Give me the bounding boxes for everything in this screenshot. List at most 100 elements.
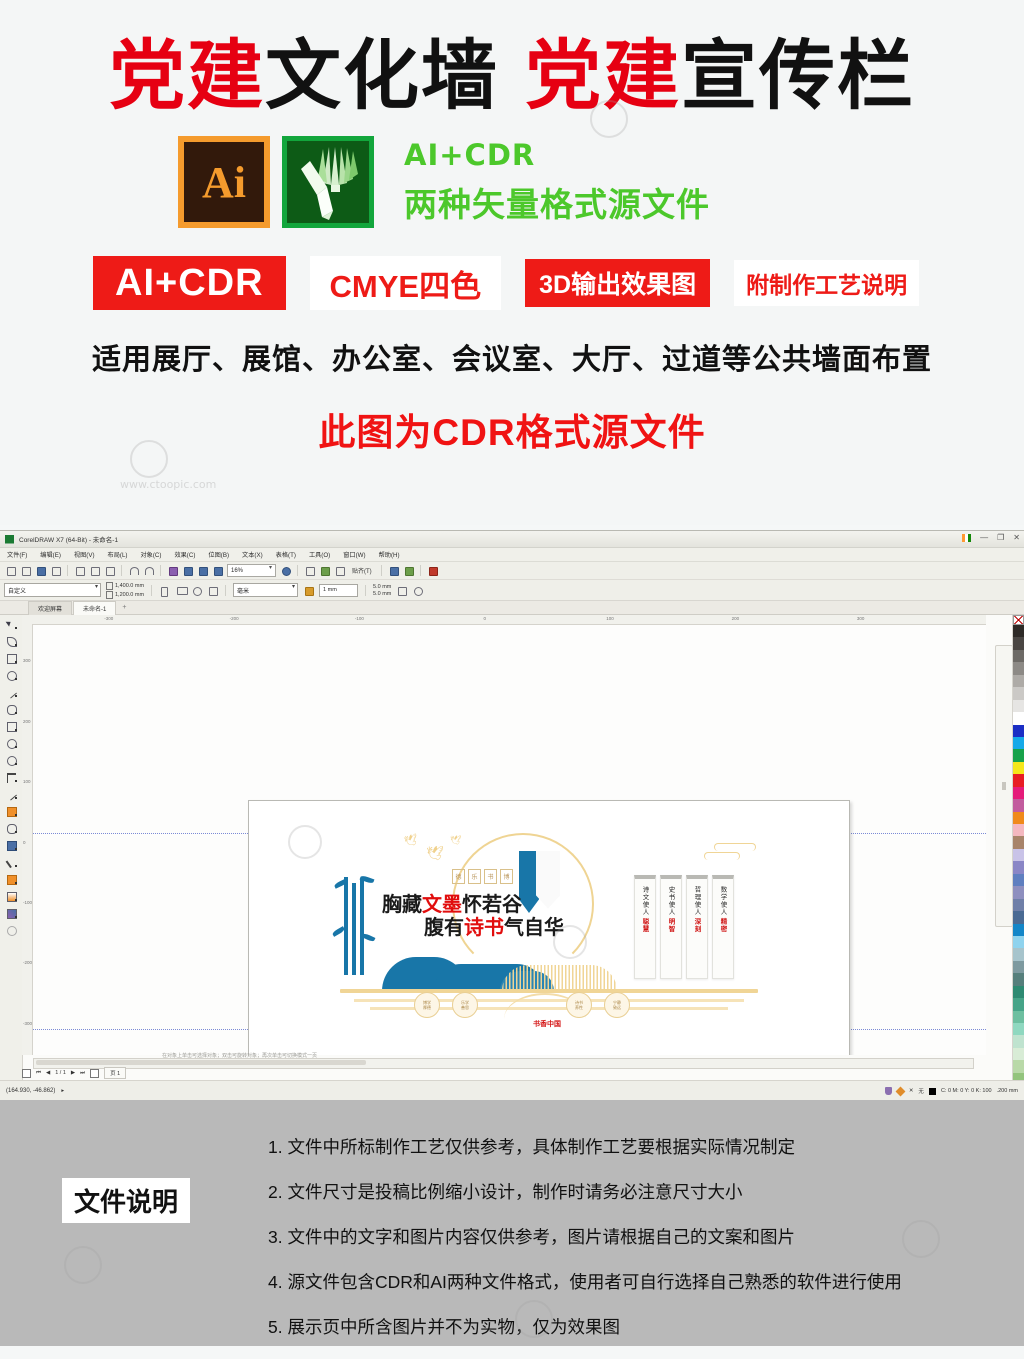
- landscape-orientation-icon[interactable]: [175, 585, 189, 596]
- first-page-icon[interactable]: ⏮: [36, 1070, 41, 1077]
- page-or-object-icon[interactable]: [191, 585, 203, 596]
- show-grid-icon[interactable]: [319, 565, 330, 576]
- palette-swatch[interactable]: [1013, 811, 1024, 824]
- next-page-icon[interactable]: ▶: [71, 1070, 75, 1076]
- palette-swatch[interactable]: [1013, 637, 1024, 650]
- portrait-orientation-icon[interactable]: [159, 585, 170, 597]
- palette-swatch[interactable]: [1013, 662, 1024, 675]
- palette-swatch[interactable]: [1013, 898, 1024, 912]
- outline-color-swatch[interactable]: [928, 1087, 936, 1095]
- edit-bleed-icon[interactable]: [396, 585, 408, 596]
- vertical-ruler[interactable]: 300 200 100 0 -100 -200 -300: [22, 624, 33, 1055]
- palette-swatch[interactable]: [1013, 1060, 1024, 1073]
- freehand-tool-icon[interactable]: [4, 686, 18, 699]
- undo-icon[interactable]: [128, 565, 139, 576]
- new-document-icon[interactable]: [5, 565, 16, 576]
- print-icon[interactable]: [50, 565, 61, 576]
- interactive-fill-tool-icon[interactable]: [5, 891, 18, 902]
- units-combo[interactable]: 毫米: [233, 583, 299, 597]
- drawing-canvas[interactable]: 🕊 🕊 🕊 德 乐 书 博 胸藏文墨怀若谷 腹有诗书气自华 诗文使人 聪慧 史书…: [33, 625, 986, 1055]
- polygon-tool-icon[interactable]: [5, 755, 18, 766]
- palette-swatch[interactable]: [1013, 861, 1024, 874]
- parallel-dimension-tool-icon[interactable]: [4, 788, 18, 801]
- menu-effects[interactable]: 效果(C): [174, 550, 195, 559]
- menu-object[interactable]: 对象(C): [140, 550, 161, 559]
- palette-swatch[interactable]: [1013, 1035, 1024, 1048]
- page-height-field[interactable]: 1,200.0 mm: [106, 590, 144, 599]
- page-tab-1[interactable]: 页 1: [104, 1067, 127, 1079]
- palette-swatch[interactable]: [1013, 935, 1024, 949]
- palette-swatch[interactable]: [1013, 1047, 1024, 1061]
- palette-swatch[interactable]: [1013, 923, 1024, 936]
- palette-swatch[interactable]: [1013, 1023, 1024, 1036]
- wall-artwork[interactable]: 🕊 🕊 🕊 德 乐 书 博 胸藏文墨怀若谷 腹有诗书气自华 诗文使人 聪慧 史书…: [331, 829, 764, 1029]
- palette-swatch[interactable]: [1013, 985, 1024, 999]
- page-preset-combo[interactable]: 自定义: [4, 583, 101, 597]
- palette-swatch[interactable]: [1013, 836, 1024, 849]
- add-tool-icon[interactable]: [5, 925, 18, 936]
- palette-swatch[interactable]: [1013, 824, 1024, 837]
- add-tab-icon[interactable]: +: [122, 604, 126, 611]
- add-page-icon[interactable]: [22, 1068, 31, 1078]
- rectangle-tool-icon[interactable]: [5, 721, 18, 732]
- drop-shadow-tool-icon[interactable]: [5, 823, 18, 834]
- shape-tool-icon[interactable]: [5, 636, 18, 647]
- transparency-tool-icon[interactable]: [5, 840, 18, 851]
- add-page-after-icon[interactable]: [90, 1068, 100, 1078]
- ellipse-tool-icon[interactable]: [5, 738, 18, 749]
- export-icon[interactable]: [182, 565, 193, 576]
- publish-pdf-icon[interactable]: [197, 565, 208, 576]
- palette-swatch[interactable]: [1013, 625, 1024, 638]
- show-guides-icon[interactable]: [334, 565, 345, 576]
- paste-icon[interactable]: [104, 565, 115, 576]
- show-rulers-icon[interactable]: [304, 565, 315, 576]
- bleed-1[interactable]: 5.0 mm: [373, 584, 391, 590]
- palette-swatch[interactable]: [1013, 960, 1024, 974]
- palette-swatch[interactable]: [1013, 998, 1024, 1011]
- palette-swatch[interactable]: [1013, 873, 1024, 887]
- no-color-swatch[interactable]: [1013, 615, 1024, 625]
- menu-file[interactable]: 文件(F): [7, 550, 27, 559]
- options-icon[interactable]: [388, 565, 399, 576]
- pick-tool-icon[interactable]: [5, 619, 18, 630]
- zoom-tool-icon[interactable]: [5, 670, 18, 681]
- prev-page-icon[interactable]: ◀: [46, 1070, 50, 1076]
- bleed-2[interactable]: 5.0 mm: [373, 591, 391, 597]
- object-properties-icon[interactable]: [884, 1087, 892, 1095]
- page-border-icon[interactable]: [207, 585, 219, 596]
- palette-swatch[interactable]: [1013, 948, 1024, 961]
- menu-bitmaps[interactable]: 位图(B): [208, 550, 229, 559]
- palette-swatch[interactable]: [1013, 712, 1024, 725]
- crop-tool-icon[interactable]: [5, 653, 18, 664]
- menu-window[interactable]: 窗口(W): [343, 550, 365, 559]
- close-button[interactable]: ✕: [1013, 533, 1020, 542]
- palette-swatch[interactable]: [1013, 973, 1024, 986]
- palette-swatch[interactable]: [1013, 799, 1024, 812]
- coordinates-expand-icon[interactable]: ▸: [61, 1088, 64, 1094]
- palette-swatch[interactable]: [1013, 699, 1024, 713]
- snap-to-label[interactable]: 贴齐(T): [349, 566, 375, 575]
- nudge-value[interactable]: 1 mm: [319, 583, 359, 597]
- docker-grip[interactable]: [1002, 782, 1006, 790]
- tab-welcome-screen[interactable]: 欢迎屏幕: [28, 600, 73, 615]
- menu-view[interactable]: 视图(V): [74, 550, 95, 559]
- color-eyedropper-icon[interactable]: [5, 855, 18, 869]
- palette-swatch[interactable]: [1013, 674, 1024, 688]
- restore-button[interactable]: ❐: [997, 533, 1004, 542]
- save-icon[interactable]: [35, 565, 46, 576]
- menu-tools[interactable]: 工具(O): [309, 550, 330, 559]
- application-launcher-icon[interactable]: [212, 565, 223, 576]
- palette-swatch[interactable]: [1013, 1010, 1024, 1023]
- docker-panel[interactable]: [995, 645, 1013, 927]
- page-width-field[interactable]: 1,400.0 mm: [106, 581, 144, 590]
- minimize-button[interactable]: —: [980, 533, 988, 542]
- palette-swatch[interactable]: [1013, 687, 1024, 700]
- menu-edit[interactable]: 编辑(E): [40, 550, 61, 559]
- palette-swatch[interactable]: [1013, 848, 1024, 862]
- palette-swatch[interactable]: [1013, 774, 1024, 787]
- redo-icon[interactable]: [143, 565, 154, 576]
- scrollbar-thumb[interactable]: [36, 1060, 366, 1065]
- horizontal-scrollbar[interactable]: [33, 1058, 974, 1069]
- import-icon[interactable]: [167, 565, 178, 576]
- menu-help[interactable]: 帮助(H): [379, 550, 400, 559]
